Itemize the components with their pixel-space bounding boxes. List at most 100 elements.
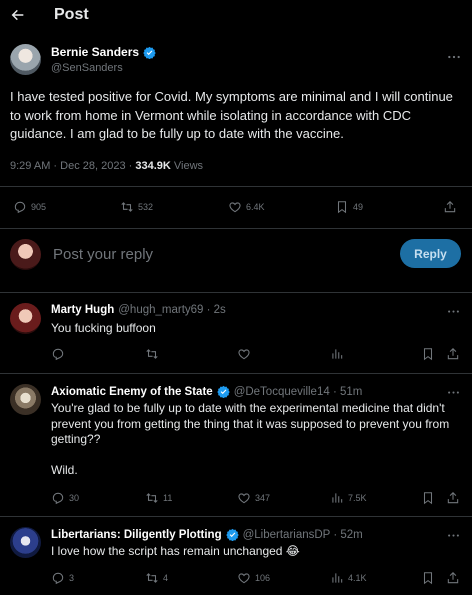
- like-icon: [237, 571, 251, 585]
- reply-post[interactable]: Libertarians: Diligently Plotting @Liber…: [0, 516, 472, 595]
- views-count: 334.9K: [135, 160, 171, 172]
- avatar[interactable]: [10, 303, 41, 334]
- reply-icon: [51, 491, 65, 505]
- reply-header: Marty Hugh @hugh_marty69 · 2s: [51, 304, 226, 316]
- post-timestamp[interactable]: 9:29 AM · Dec 28, 2023 ·: [10, 160, 135, 172]
- reply-icon: [13, 200, 27, 214]
- views-icon: [330, 491, 344, 505]
- repost-count: 532: [138, 202, 154, 212]
- reply-count: 3: [69, 573, 75, 583]
- reply-text: I love how the script has remain unchang…: [51, 544, 300, 558]
- views-action[interactable]: 7.5K: [330, 491, 367, 505]
- more-options-icon[interactable]: [446, 49, 462, 65]
- author-name[interactable]: Bernie Sanders: [51, 45, 139, 59]
- like-icon: [228, 200, 242, 214]
- reply-author-handle[interactable]: @LibertariansDP · 52m: [243, 529, 363, 541]
- like-action[interactable]: 106: [237, 571, 270, 585]
- bookmark-icon: [421, 571, 435, 585]
- like-count: 347: [255, 493, 271, 503]
- share-icon: [443, 200, 457, 214]
- like-count: 6.4K: [246, 202, 265, 212]
- reply-count: 30: [69, 493, 80, 503]
- reply-composer: Post your reply Reply: [0, 228, 472, 292]
- like-action[interactable]: [237, 347, 255, 361]
- reply-author-handle[interactable]: @hugh_marty69 · 2s: [118, 304, 226, 316]
- bookmark-action[interactable]: [421, 347, 435, 361]
- share-icon: [446, 347, 460, 361]
- post-meta: 9:29 AM · Dec 28, 2023 · 334.9K Views: [10, 160, 203, 172]
- share-action[interactable]: [443, 200, 457, 214]
- reply-text: You fucking buffoon: [51, 321, 156, 335]
- share-action[interactable]: [446, 347, 460, 361]
- repost-icon: [145, 571, 159, 585]
- repost-action[interactable]: 532: [120, 200, 153, 214]
- repost-action[interactable]: 4: [145, 571, 168, 585]
- reply-author-name[interactable]: Libertarians: Diligently Plotting: [51, 529, 222, 541]
- like-icon: [237, 347, 251, 361]
- avatar[interactable]: [10, 239, 41, 270]
- reply-author-name[interactable]: Marty Hugh: [51, 304, 114, 316]
- divider: [0, 186, 472, 187]
- like-action[interactable]: 347: [237, 491, 270, 505]
- reply-action[interactable]: [51, 347, 69, 361]
- reply-post[interactable]: Marty Hugh @hugh_marty69 · 2s You fuckin…: [0, 292, 472, 373]
- repost-icon: [120, 200, 134, 214]
- reply-input[interactable]: Post your reply: [53, 246, 153, 263]
- avatar[interactable]: [10, 384, 41, 415]
- views-count: 4.1K: [348, 573, 367, 583]
- share-action[interactable]: [446, 571, 460, 585]
- like-icon: [237, 491, 251, 505]
- repost-icon: [145, 347, 159, 361]
- bookmark-count: 49: [353, 202, 364, 212]
- avatar[interactable]: [10, 44, 41, 75]
- bookmark-action[interactable]: [421, 571, 435, 585]
- views-label: Views: [173, 160, 204, 172]
- share-icon: [446, 571, 460, 585]
- page-title: Post: [54, 6, 89, 23]
- reply-header: Axiomatic Enemy of the State @DeTocquevi…: [51, 385, 362, 398]
- reply-icon: [51, 347, 65, 361]
- verified-badge-icon: [226, 528, 239, 541]
- views-action[interactable]: 4.1K: [330, 571, 367, 585]
- more-options-icon[interactable]: [446, 528, 461, 543]
- views-icon: [330, 347, 344, 361]
- bookmark-icon: [421, 347, 435, 361]
- reply-text: You're glad to be fully up to date with …: [51, 401, 450, 477]
- bookmark-action[interactable]: 49: [335, 200, 363, 214]
- views-icon: [330, 571, 344, 585]
- share-action[interactable]: [446, 491, 460, 505]
- reply-post[interactable]: Axiomatic Enemy of the State @DeTocquevi…: [0, 373, 472, 516]
- header: Post: [0, 0, 472, 30]
- reply-action[interactable]: 905: [13, 200, 46, 214]
- repost-action[interactable]: [145, 347, 163, 361]
- author-handle[interactable]: @SenSanders: [51, 62, 123, 74]
- bookmark-icon: [335, 200, 349, 214]
- reply-author-handle[interactable]: @DeTocqueville14 · 51m: [234, 386, 363, 398]
- more-options-icon[interactable]: [446, 304, 461, 319]
- reply-header: Libertarians: Diligently Plotting @Liber…: [51, 528, 363, 541]
- repost-action[interactable]: 11: [145, 491, 172, 505]
- bookmark-icon: [421, 491, 435, 505]
- views-count: 7.5K: [348, 493, 367, 503]
- repost-count: 11: [163, 493, 173, 503]
- reply-button[interactable]: Reply: [400, 239, 461, 268]
- repost-count: 4: [163, 573, 169, 583]
- back-arrow-icon[interactable]: [10, 7, 26, 23]
- avatar[interactable]: [10, 527, 41, 558]
- like-count: 106: [255, 573, 271, 583]
- reply-icon: [51, 571, 65, 585]
- repost-icon: [145, 491, 159, 505]
- author-name-row[interactable]: Bernie Sanders: [51, 45, 156, 59]
- reply-action[interactable]: 30: [51, 491, 79, 505]
- reply-action[interactable]: 3: [51, 571, 74, 585]
- like-action[interactable]: 6.4K: [228, 200, 265, 214]
- bookmark-action[interactable]: [421, 491, 435, 505]
- views-action[interactable]: [330, 347, 348, 361]
- share-icon: [446, 491, 460, 505]
- more-options-icon[interactable]: [446, 385, 461, 400]
- reply-author-name[interactable]: Axiomatic Enemy of the State: [51, 386, 213, 398]
- verified-badge-icon: [143, 46, 156, 59]
- reply-count: 905: [31, 202, 47, 212]
- post-text: I have tested positive for Covid. My sym…: [10, 89, 453, 141]
- verified-badge-icon: [217, 385, 230, 398]
